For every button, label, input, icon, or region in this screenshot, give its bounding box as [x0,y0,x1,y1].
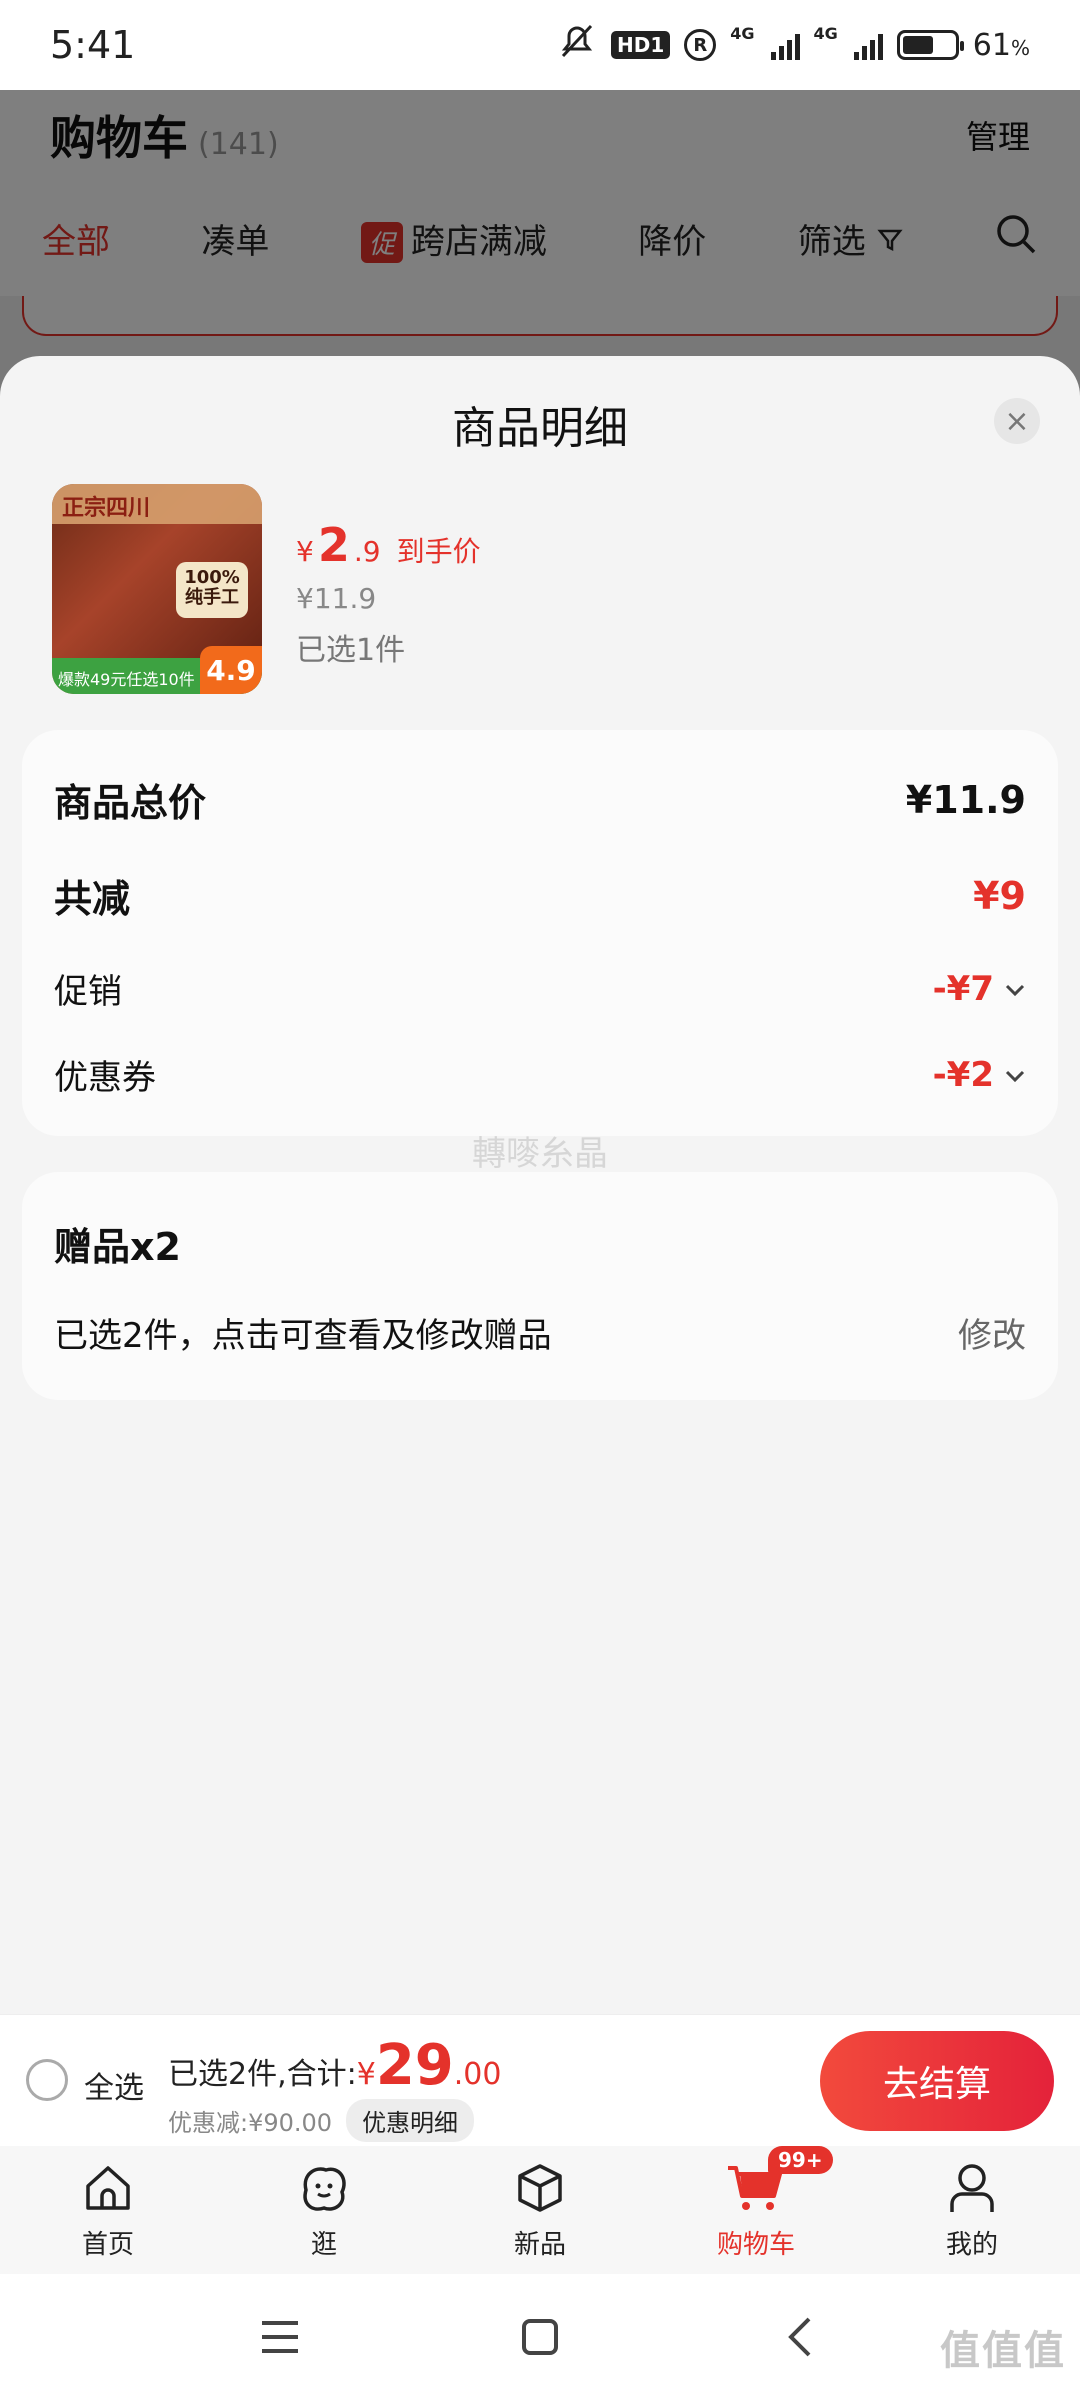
sheet-title: 商品明细 [452,403,628,454]
tab-new[interactable]: 新品 [460,2160,620,2261]
hd-icon: HD1 [611,31,671,59]
watermark: 轉嘜糸晶 [472,1134,608,1174]
product-info: ¥2.9 到手价 ¥11.9 已选1件 [296,484,481,694]
discount-amount: 优惠减:¥90.00 [168,2109,333,2137]
select-all-checkbox[interactable] [26,2059,68,2101]
select-all-label[interactable]: 全选 [84,2063,144,2107]
gift-desc-row: 已选2件，点击可查看及修改赠品 修改 [54,1308,1026,1357]
final-price: ¥2.9 到手价 [296,518,481,572]
tab-cart[interactable]: 99+ 购物车 [676,2145,836,2261]
chevron-down-icon [1004,975,1026,1003]
gift-card[interactable]: 赠品x2 已选2件，点击可查看及修改赠品 修改 [22,1172,1058,1400]
product-image-badge: 100%纯手工 [176,562,248,618]
home-icon [80,2160,136,2220]
box-icon [512,2160,568,2220]
tab-profile[interactable]: 我的 [892,2160,1052,2261]
product-image-price: 4.9 [200,646,262,694]
bottom-tab-bar: 首页 逛 新品 99+ 购物车 我的 [0,2145,1080,2274]
user-icon [944,2160,1000,2220]
status-bar: 5:41 HD1 R 4G 4G 61% [0,0,1080,90]
mute-icon [557,24,597,67]
registered-icon: R [684,29,717,61]
face-icon [296,2160,352,2220]
original-price: ¥11.9 [296,582,377,615]
battery-percent: 61% [972,27,1030,63]
cart-count-badge: 99+ [768,2145,833,2174]
network-type-2: 4G [813,23,838,43]
checkout-button[interactable]: 去结算 [820,2031,1054,2131]
gift-title-row: 赠品x2 [54,1225,181,1269]
total-reduction-row: 共减 ¥9 [54,873,1026,922]
tab-home[interactable]: 首页 [28,2160,188,2261]
home-square-icon[interactable] [510,2307,570,2367]
menu-icon[interactable] [250,2307,310,2367]
chevron-down-icon [1004,1061,1026,1089]
signal-icon-2 [853,30,883,60]
coupon-row[interactable]: 优惠券 -¥2 [54,1050,1026,1099]
close-icon: × [1004,403,1030,439]
selected-count: 已选1件 [296,633,406,668]
product-image[interactable]: 正宗四川 100%纯手工 爆款49元任选10件 4.9 [52,484,262,694]
signal-icon [770,30,800,60]
back-icon[interactable] [770,2307,830,2367]
status-time: 5:41 [50,23,136,67]
status-icons: HD1 R 4G 4G 61% [557,24,1030,67]
system-navigation: 值值值 [0,2274,1080,2400]
network-type-1: 4G [730,23,755,43]
product-detail-sheet: 商品明细 × 正宗四川 100%纯手工 爆款49元任选10件 4.9 ¥2.9 到… [0,356,1080,2014]
product-item: 正宗四川 100%纯手工 爆款49元任选10件 4.9 ¥2.9 到手价 ¥11.… [52,484,481,694]
tab-browse[interactable]: 逛 [244,2160,404,2261]
product-image-banner: 正宗四川 [52,484,262,524]
total-price-row: 商品总价 ¥11.9 [54,777,1026,826]
battery-icon [896,30,964,60]
price-summary-card: 商品总价 ¥11.9 共减 ¥9 促销 -¥7 优惠券 -¥2 [22,730,1058,1136]
discount-info: 优惠减:¥90.00 优惠明细 [168,2099,475,2142]
total-amount: 已选2件,合计: ¥29.00 [168,2033,502,2098]
discount-detail-button[interactable]: 优惠明细 [346,2099,475,2142]
checkout-bar: 全选 已选2件,合计: ¥29.00 优惠减:¥90.00 优惠明细 去结算 [0,2014,1080,2146]
close-button[interactable]: × [994,398,1040,444]
promotion-row[interactable]: 促销 -¥7 [54,964,1026,1013]
edit-gift-button[interactable]: 修改 [958,1308,1026,1357]
corner-watermark: 值值值 [940,2328,1066,2374]
